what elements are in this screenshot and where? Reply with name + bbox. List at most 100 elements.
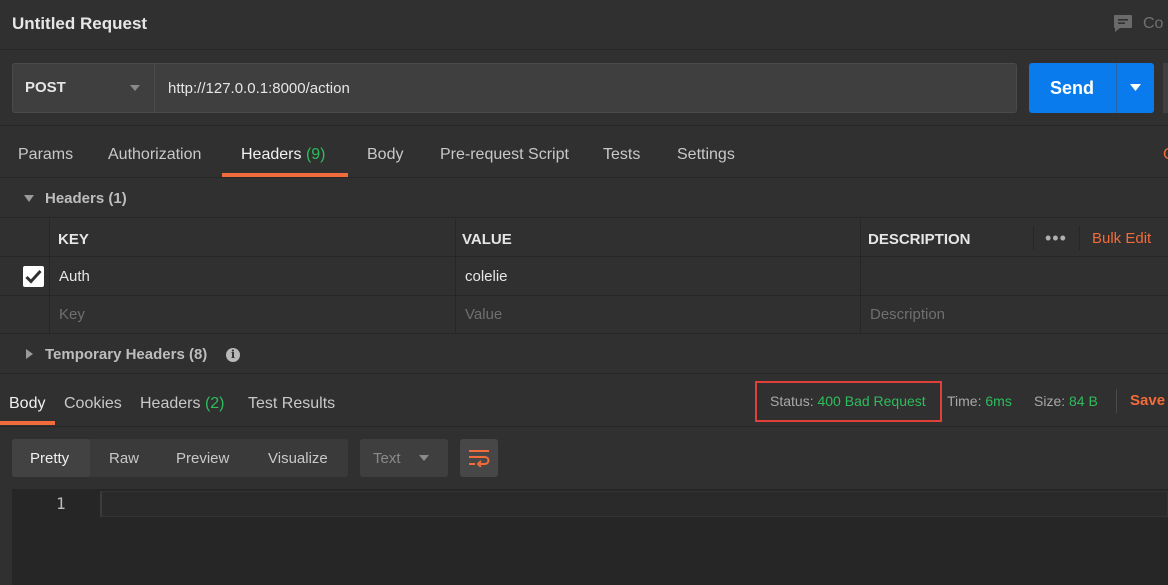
response-tab-body[interactable]: Body — [9, 395, 45, 413]
check-icon — [25, 269, 42, 284]
url-bar: POST http://127.0.0.1:8000/action Send — [0, 51, 1168, 126]
temporary-headers-group[interactable]: Temporary Headers (8) i — [0, 334, 1168, 374]
tab-label: Cookies — [64, 395, 122, 412]
tab-pre-request-script[interactable]: Pre-request Script — [440, 146, 569, 164]
tab-label: Params — [18, 146, 74, 163]
tab-tests[interactable]: Tests — [603, 146, 640, 164]
temporary-headers-label: Temporary Headers (8) — [45, 346, 207, 363]
format-pretty[interactable]: Pretty — [30, 450, 69, 467]
tab-label: Settings — [677, 146, 735, 163]
tab-label: Body — [367, 146, 404, 163]
save-button-edge[interactable] — [1163, 63, 1168, 113]
comments-button[interactable]: Co — [1113, 14, 1163, 33]
temporary-headers-title: Temporary Headers — [45, 346, 185, 363]
key-header-label: KEY — [58, 231, 89, 248]
table-header-row: KEY VALUE DESCRIPTION ••• Bulk Edit — [0, 219, 1168, 257]
table-row: Auth colelie — [0, 257, 1168, 296]
cookies-link[interactable]: C — [1163, 146, 1168, 164]
time-value: 6ms — [985, 393, 1012, 409]
headers-group-count: (1) — [108, 190, 127, 207]
tab-label: Authorization — [108, 146, 202, 163]
value-input[interactable]: Value — [455, 296, 860, 333]
tab-label: Test Results — [248, 395, 336, 412]
format-raw[interactable]: Raw — [109, 450, 139, 467]
method-value: POST — [25, 79, 66, 96]
size-indicator: Size: 84 B — [1034, 393, 1098, 409]
status-label: Status: — [770, 393, 814, 409]
caret-down-icon — [130, 85, 140, 91]
url-input[interactable]: http://127.0.0.1:8000/action — [155, 63, 1017, 113]
send-button-group: Send — [1029, 63, 1154, 113]
response-tab-cookies[interactable]: Cookies — [64, 395, 122, 413]
response-tab-headers[interactable]: Headers (2) — [140, 395, 225, 413]
triangle-down-icon — [24, 195, 34, 202]
more-options-icon[interactable]: ••• — [1045, 228, 1067, 249]
active-tab-indicator — [222, 173, 348, 177]
tab-label: Body — [9, 395, 46, 412]
value-value: colelie — [465, 268, 508, 285]
info-icon[interactable]: i — [226, 348, 240, 362]
header-divider — [1033, 226, 1034, 250]
editor-line[interactable] — [100, 491, 1168, 517]
send-options-button[interactable] — [1117, 63, 1154, 113]
value-header-label: VALUE — [462, 231, 512, 248]
editor-gutter: 1 — [12, 489, 100, 585]
key-value: Auth — [59, 268, 90, 285]
size-label: Size: — [1034, 393, 1066, 409]
tab-count: (9) — [305, 146, 326, 163]
description-cell[interactable] — [860, 257, 1168, 295]
response-editor[interactable]: 1 — [12, 489, 1168, 585]
language-value: Text — [373, 450, 401, 467]
key-cell[interactable]: Auth — [49, 257, 455, 295]
value-cell[interactable]: colelie — [455, 257, 860, 295]
tab-params[interactable]: Params — [18, 146, 73, 164]
separator — [1116, 389, 1117, 413]
tab-label: Headers — [140, 395, 201, 412]
tab-label: Headers — [241, 146, 302, 163]
method-select[interactable]: POST — [12, 63, 155, 113]
status-indicator: Status: 400 Bad Request — [770, 393, 926, 409]
description-placeholder: Description — [870, 306, 946, 323]
tab-authorization[interactable]: Authorization — [108, 146, 201, 164]
line-number: 1 — [56, 494, 66, 513]
send-button[interactable]: Send — [1029, 63, 1115, 113]
comment-icon — [1114, 15, 1132, 32]
key-column-header: KEY — [49, 219, 455, 256]
caret-down-icon — [419, 455, 429, 461]
tab-body[interactable]: Body — [367, 146, 403, 164]
key-placeholder: Key — [59, 306, 85, 323]
value-placeholder: Value — [465, 306, 503, 323]
key-input[interactable]: Key — [49, 296, 455, 333]
bulk-edit-link[interactable]: Bulk Edit — [1092, 230, 1151, 247]
format-preview[interactable]: Preview — [176, 450, 229, 467]
tab-count: (2) — [204, 395, 225, 412]
status-value: 400 Bad Request — [817, 393, 926, 409]
format-toolbar: Pretty Raw Preview Visualize — [12, 439, 348, 477]
temporary-headers-count: (8) — [188, 346, 208, 363]
header-divider — [1079, 226, 1080, 250]
value-column-header: VALUE — [455, 219, 860, 256]
time-indicator: Time: 6ms — [947, 393, 1012, 409]
wrap-lines-button[interactable] — [460, 439, 498, 477]
caret-down-icon — [1130, 84, 1141, 91]
language-select[interactable]: Text — [360, 439, 448, 477]
header-enabled-checkbox[interactable] — [23, 266, 44, 287]
response-bar: Body Cookies Headers (2) Test Results St… — [0, 375, 1168, 427]
title-bar: Untitled Request Co — [0, 0, 1168, 50]
url-value: http://127.0.0.1:8000/action — [168, 80, 350, 97]
request-tabs: Params Authorization Headers (9) Body Pr… — [0, 127, 1168, 178]
tab-label: Pre-request Script — [440, 146, 569, 163]
triangle-right-icon — [26, 349, 33, 359]
format-visualize[interactable]: Visualize — [268, 450, 328, 467]
save-response-button[interactable]: Save — [1130, 392, 1165, 409]
response-tab-test-results[interactable]: Test Results — [248, 395, 335, 413]
request-title[interactable]: Untitled Request — [12, 14, 147, 34]
size-value: 84 B — [1069, 393, 1098, 409]
table-row: Key Value Description — [0, 296, 1168, 334]
tab-label: Tests — [603, 146, 641, 163]
comments-label: Co — [1143, 14, 1164, 32]
tab-settings[interactable]: Settings — [677, 146, 735, 164]
headers-group[interactable]: Headers (1) — [0, 179, 1168, 218]
tab-headers[interactable]: Headers (9) — [241, 146, 326, 164]
description-input[interactable]: Description — [860, 296, 1168, 333]
